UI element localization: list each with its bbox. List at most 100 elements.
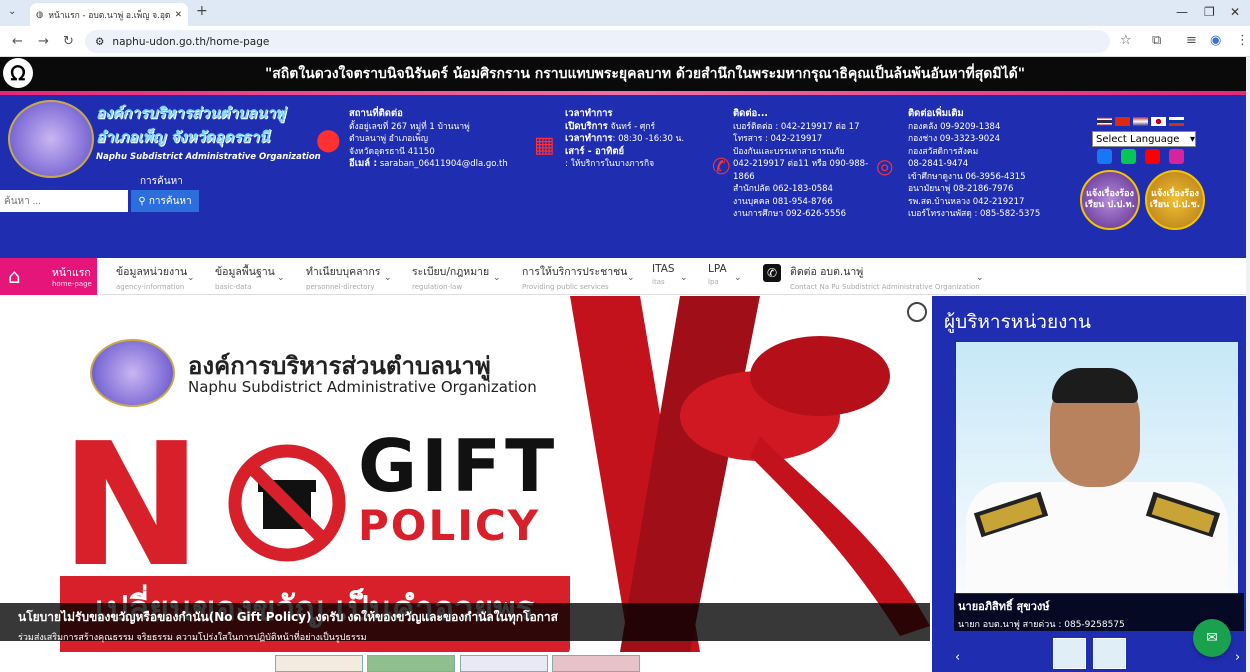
- slider-pause-icon[interactable]: [907, 302, 927, 322]
- contact-more-block: ติดต่อเพิ่มเติม กองคลัง 09-9209-1384 กอง…: [908, 108, 1040, 221]
- browser-tab[interactable]: ◍ หน้าแรก - อบต.นาพู่ อ.เพ็ญ จ.อุดร ✕: [30, 3, 188, 26]
- contact-line: 1866: [733, 171, 755, 182]
- flag-thai-icon[interactable]: [1097, 117, 1112, 126]
- contact-more-line: อนามัยนาพู่ 08-2186-7976: [908, 184, 1014, 194]
- nav-label: ข้อมูลพื้นฐาน: [215, 266, 275, 278]
- nav-basic-data[interactable]: ข้อมูลพื้นฐาน basic-data: [215, 263, 275, 291]
- hero-slider[interactable]: องค์การบริหารส่วนตำบลนาพู่ Naphu Subdist…: [0, 296, 930, 652]
- contact-line: งานการศึกษา 092-626-5556: [733, 209, 847, 219]
- language-select[interactable]: Select Language ▾: [1092, 131, 1196, 147]
- uniform-shape: [966, 482, 1228, 594]
- url-field[interactable]: ⚙ naphu-udon.go.th/home-page: [85, 30, 1110, 53]
- complaint-ppch-badge[interactable]: แจ้งเรื่องร้องเรียน ป.ป.ช.: [1145, 170, 1205, 230]
- flag-russia-icon[interactable]: [1169, 117, 1184, 126]
- contact-line: สำนักปลัด 062-183-0584: [733, 184, 833, 194]
- executive-name: นายอภิสิทธิ์ สุขวงษ์: [958, 600, 1050, 613]
- slide-thumbnail[interactable]: [275, 655, 363, 672]
- flag-china-icon[interactable]: [1115, 117, 1130, 126]
- org-name-english: Naphu Subdistrict Administrative Organiz…: [96, 152, 321, 162]
- slide-caption: นโยบายไม่รับของขวัญหรือของกำนัน(No Gift …: [0, 603, 930, 643]
- phone-icon: ✆: [712, 155, 731, 180]
- page-scrollbar[interactable]: [1246, 57, 1250, 672]
- address-bar-row: ← → ↻ ⚙ naphu-udon.go.th/home-page ☆ ⧉ ≡…: [0, 26, 1250, 57]
- nav-label: ระเบียบ/กฎหมาย: [412, 266, 490, 278]
- executive-thumbnail[interactable]: [1093, 638, 1126, 669]
- close-tab-icon[interactable]: ✕: [175, 10, 182, 20]
- hours-weekend-value: : ให้บริการในบางภารกิจ: [565, 159, 655, 169]
- nav-sub: personnel-directory: [306, 283, 375, 291]
- nav-sub: agency-information: [116, 283, 185, 291]
- slide-thumbnail[interactable]: [552, 655, 640, 672]
- complaint-pptt-badge[interactable]: แจ้งเรื่องร้องเรียน ป.ป.ท.: [1080, 170, 1140, 230]
- nav-label: LPA: [708, 263, 727, 275]
- profile-icon[interactable]: ◉: [1210, 33, 1221, 48]
- minimize-icon[interactable]: —: [1176, 5, 1188, 19]
- hours-time-label: เวลาทำการ: [565, 133, 613, 144]
- youtube-icon[interactable]: [1145, 149, 1160, 164]
- phone-circle-icon: ◎: [876, 154, 894, 178]
- line-icon[interactable]: [1121, 149, 1136, 164]
- nav-contact[interactable]: ติดต่อ อบต.นาพู่ Contact Na Pu Subdistric…: [790, 263, 980, 291]
- nav-sub: Providing public services: [522, 283, 609, 291]
- chevron-down-icon: ⌄: [680, 273, 688, 283]
- calendar-icon: ▦: [534, 133, 555, 158]
- flag-japan-icon[interactable]: [1151, 117, 1166, 126]
- nav-agency-information[interactable]: ข้อมูลหน่วยงาน agency-information: [116, 263, 187, 291]
- nav-public-services[interactable]: การให้บริการประชาชน Providing public serv…: [522, 263, 627, 291]
- nav-home[interactable]: ⌂ หน้าแรก home-page: [0, 258, 97, 295]
- slide-caption-subtitle: ร่วมส่งเสริมการสร้างคุณธรรม จริยธรรม ควา…: [18, 633, 367, 643]
- org-logo[interactable]: [8, 100, 94, 178]
- search-button[interactable]: ⚲ การค้นหา: [131, 190, 199, 212]
- executive-thumbnail[interactable]: [1053, 638, 1086, 669]
- browser-tabbar: ⌄ ◍ หน้าแรก - อบต.นาพู่ อ.เพ็ญ จ.อุดร ✕ …: [0, 0, 1250, 26]
- hours-block: เวลาทำการ เปิดบริการ จันทร์ - ศุกร์ เวลา…: [565, 108, 684, 171]
- menu-icon[interactable]: ⋮: [1236, 33, 1249, 48]
- slide-thumbnail[interactable]: [367, 655, 455, 672]
- nav-label: ITAS: [652, 263, 675, 275]
- extensions-icon[interactable]: ⧉: [1152, 33, 1161, 48]
- contact-more-line: กองสวัสดิการสังคม: [908, 146, 979, 157]
- contact-line: ป้องกันและบรรเทาสาธารณภัย: [733, 146, 845, 157]
- next-arrow-icon[interactable]: ›: [1235, 650, 1240, 665]
- chevron-down-icon: ⌄: [734, 273, 742, 283]
- email-value[interactable]: saraban_06411904@dla.go.th: [380, 159, 508, 169]
- announcement-bar: "สถิตในดวงใจตราบนิจนิรันดร์ น้อมศิรกราน …: [0, 57, 1250, 91]
- banner-gift-text: GIFT: [358, 424, 559, 508]
- search-input[interactable]: [0, 190, 128, 212]
- chat-widget-icon[interactable]: ✉: [1193, 619, 1231, 657]
- slide-thumbnail[interactable]: [460, 655, 548, 672]
- social-links: [1097, 149, 1184, 164]
- address-block: สถานที่ติดต่อ ตั้งอยู่เลขที่ 267 หมู่ที่…: [349, 108, 508, 171]
- tab-list-icon[interactable]: ⌄: [8, 6, 16, 17]
- hours-weekend-label: เสาร์ - อาทิตย์: [565, 145, 625, 157]
- language-select-value: Select Language: [1096, 133, 1180, 145]
- executive-photo[interactable]: [956, 342, 1238, 594]
- reload-icon[interactable]: ↻: [63, 34, 74, 49]
- nav-personnel-directory[interactable]: ทำเนียบบุคลากร personnel-directory: [306, 263, 380, 291]
- reading-list-icon[interactable]: ≡: [1186, 33, 1197, 48]
- close-window-icon[interactable]: ✕: [1230, 5, 1240, 19]
- flag-english-icon[interactable]: [1133, 117, 1148, 126]
- nav-itas[interactable]: ITAS itas: [652, 263, 675, 286]
- contact-more-line: รพ.สต.บ้านหลวง 042-219217: [908, 196, 1025, 207]
- back-icon[interactable]: ←: [12, 34, 23, 49]
- slide-caption-title[interactable]: นโยบายไม่รับของขวัญหรือของกำนัน(No Gift …: [18, 608, 930, 627]
- forward-icon[interactable]: →: [38, 34, 49, 49]
- nav-lpa[interactable]: LPA lpa: [708, 263, 727, 286]
- facebook-icon[interactable]: [1097, 149, 1112, 164]
- instagram-icon[interactable]: [1169, 149, 1184, 164]
- tab-title: หน้าแรก - อบต.นาพู่ อ.เพ็ญ จ.อุดร: [48, 10, 170, 21]
- bookmark-star-icon[interactable]: ☆: [1120, 33, 1132, 48]
- org-name-line1: องค์การบริหารส่วนตำบลนาพู่: [96, 104, 286, 122]
- prev-arrow-icon[interactable]: ‹: [955, 650, 960, 665]
- contact-line: งานบุคคล 081-954-8766: [733, 196, 833, 207]
- chevron-down-icon: ⌄: [187, 273, 195, 283]
- site-info-icon[interactable]: ⚙: [95, 36, 104, 48]
- new-tab-icon[interactable]: +: [196, 3, 208, 19]
- nav-regulation-law[interactable]: ระเบียบ/กฎหมาย regulation-law: [412, 263, 489, 291]
- contact-line: เบอร์ติดต่อ : 042-219917 ต่อ 17: [733, 121, 860, 132]
- nav-sub: Contact Na Pu Subdistrict Administrative…: [790, 283, 980, 291]
- restore-icon[interactable]: ❐: [1204, 5, 1215, 19]
- org-name-thai[interactable]: องค์การบริหารส่วนตำบลนาพู่ อำเภอเพ็ญ จัง…: [96, 101, 285, 149]
- banner-logo: [90, 339, 175, 407]
